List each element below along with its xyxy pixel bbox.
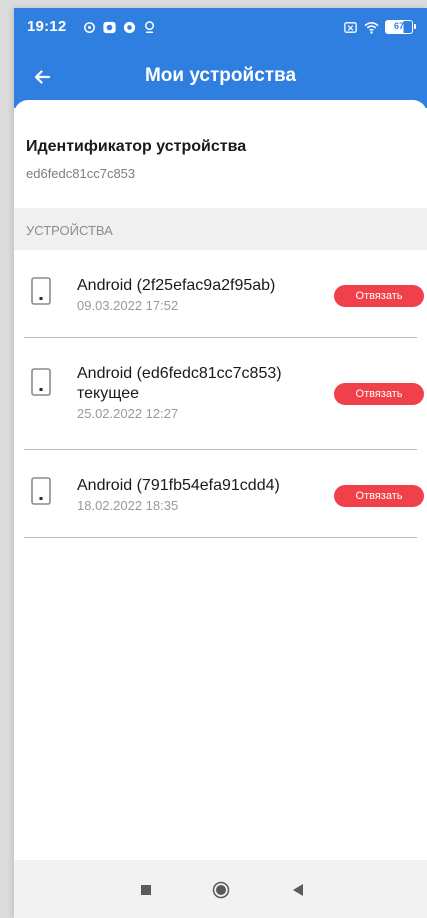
device-row: Android (791fb54efa91cdd4) 18.02.2022 18…	[14, 450, 427, 538]
device-date: 25.02.2022 12:27	[77, 406, 179, 421]
device-info: Android (791fb54efa91cdd4) 18.02.2022 18…	[77, 476, 327, 515]
phone-screen: 19:12 67 Мои устройства Идентификатор ус…	[14, 8, 427, 918]
device-current-label: текущее	[77, 385, 140, 402]
page-title: Мои устройства	[144, 65, 297, 86]
unlink-device-button[interactable]: Отвязать	[334, 285, 424, 307]
triangle-left-icon	[293, 884, 303, 896]
nav-home-button[interactable]	[211, 880, 231, 900]
wifi-icon	[364, 21, 379, 34]
status-system-icons: 67	[343, 18, 416, 36]
devices-section-header: УСТРОЙСТВА	[14, 208, 427, 250]
status-notification-icons	[82, 18, 157, 36]
sim-icon	[344, 21, 357, 33]
system-nav-bar	[14, 860, 427, 918]
identifier-value: ed6fedc81cc7c853	[26, 166, 136, 181]
device-info: Android (2f25efac9a2f95ab) 09.03.2022 17…	[77, 276, 327, 315]
square-icon	[141, 885, 151, 895]
devices-section-label: УСТРОЙСТВА	[26, 223, 113, 238]
phone-icon	[31, 277, 51, 305]
unlink-device-button[interactable]: Отвязать	[334, 383, 424, 405]
settings-notification-icon	[84, 21, 95, 33]
content-panel: Идентификатор устройства ed6fedc81cc7c85…	[14, 100, 427, 860]
device-name: Android (2f25efac9a2f95ab)	[77, 277, 276, 294]
device-row: Android (ed6fedc81cc7c853) текущее 25.02…	[14, 338, 427, 450]
battery-icon: 67	[385, 20, 416, 34]
status-bar: 19:12 67	[14, 8, 427, 46]
gear-notification-icon	[123, 21, 136, 33]
device-list: Android (2f25efac9a2f95ab) 09.03.2022 17…	[14, 250, 427, 538]
location-notification-icon	[145, 20, 154, 33]
unlink-device-button[interactable]: Отвязать	[334, 485, 424, 507]
device-name: Android (791fb54efa91cdd4)	[77, 477, 280, 494]
device-date: 18.02.2022 18:35	[77, 498, 179, 513]
device-date: 09.03.2022 17:52	[77, 298, 179, 313]
app-bar: Мои устройства	[14, 46, 427, 108]
nav-recents-button[interactable]	[136, 880, 156, 900]
device-info: Android (ed6fedc81cc7c853) текущее 25.02…	[77, 364, 327, 423]
status-time: 19:12	[27, 18, 67, 35]
identifier-title: Идентификатор устройства	[26, 138, 247, 155]
circle-icon	[212, 881, 230, 899]
app-notification-icon	[103, 21, 116, 33]
device-row: Android (2f25efac9a2f95ab) 09.03.2022 17…	[14, 250, 427, 338]
nav-back-button[interactable]	[288, 880, 308, 900]
phone-icon	[31, 368, 51, 396]
phone-icon	[31, 477, 51, 505]
device-name: Android (ed6fedc81cc7c853)	[77, 365, 282, 382]
